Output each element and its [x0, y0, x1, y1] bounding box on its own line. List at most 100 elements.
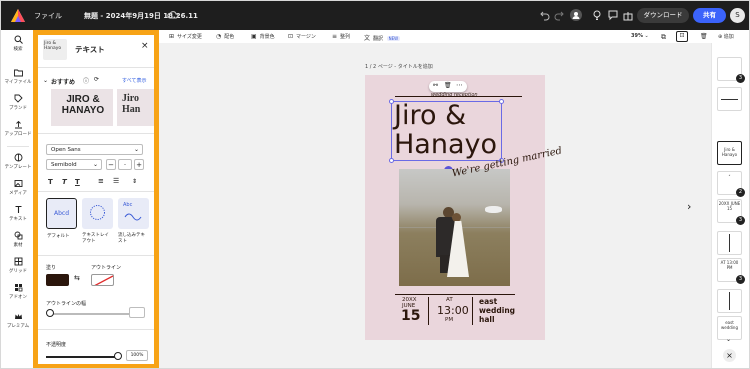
selected-text-thumbnail[interactable]: Jiro & Hanayo	[43, 39, 67, 60]
gift-icon[interactable]	[622, 9, 634, 21]
text-style-underline-button[interactable]: T	[75, 178, 80, 186]
color-scheme-button[interactable]: ◔ 配色	[216, 33, 234, 40]
download-button[interactable]: ダウンロード	[637, 8, 689, 23]
margin-button[interactable]: ⊡ マージン	[288, 33, 316, 40]
font-weight-select[interactable]: Semibold ⌄	[46, 159, 102, 170]
rail-upload[interactable]: アップロード	[1, 120, 35, 137]
thumbnail-badge: 3	[736, 275, 745, 284]
rail-addons[interactable]: アドオン	[1, 283, 35, 300]
see-all-link[interactable]: すべて表示	[122, 77, 146, 84]
time-text[interactable]: 13:00	[437, 304, 469, 317]
arrange-button[interactable]: ≡ 整列	[332, 33, 350, 40]
scroll-down-chevron-icon[interactable]: ⌄	[726, 336, 731, 343]
day-text[interactable]: 15	[401, 308, 420, 324]
script-preview-icon: 𝓈	[728, 172, 731, 177]
outline-width-label: アウトラインの幅	[46, 301, 87, 307]
close-icon[interactable]: ×	[141, 41, 149, 51]
avatar[interactable]: S	[730, 8, 745, 23]
rail-label: テンプレート	[4, 165, 32, 170]
comment-icon[interactable]	[607, 9, 619, 21]
redo-icon[interactable]	[553, 9, 565, 21]
thumbnail-item[interactable]	[717, 87, 742, 111]
search-icon	[14, 35, 23, 44]
trash-icon[interactable]: 🗑	[700, 33, 708, 40]
zoom-select[interactable]: 39% ⌄	[631, 33, 649, 39]
outline-width-slider-thumb[interactable]	[46, 309, 54, 317]
resize-handle[interactable]	[389, 158, 394, 163]
thumbnail-item[interactable]: 𝓈2	[717, 171, 745, 197]
style-text-layout-card[interactable]	[82, 198, 113, 229]
design-page[interactable]: ⚯ 🗑 ⋯ wedding reception Jiro & Hanayo We	[365, 75, 563, 340]
thumbnail-item[interactable]: 20XX JUNE 15 3	[717, 199, 745, 225]
text-preset-card[interactable]: Jiro Han	[117, 89, 154, 126]
thumbnail-item[interactable]	[717, 289, 742, 313]
list-icon[interactable]: ☰	[113, 177, 119, 185]
thumbnail-item[interactable]: Jiro & Hanayo	[717, 141, 742, 165]
page-label[interactable]: 1 / 2 ページ - タイトルを追加	[365, 63, 433, 70]
translate-button[interactable]: 文翻訳 NEW	[364, 33, 401, 42]
fill-color-swatch[interactable]	[46, 274, 69, 286]
text-style-italic-button[interactable]: T	[62, 178, 67, 186]
refresh-icon[interactable]: ⟳	[94, 76, 99, 83]
collaborators-icon[interactable]	[570, 9, 582, 21]
collapse-chevron-icon[interactable]: ⌄	[43, 77, 48, 84]
font-size-increase-button[interactable]: +	[134, 159, 144, 170]
add-page-button[interactable]: ⊕ 追加	[718, 33, 734, 40]
style-flow-text-card[interactable]: Abc	[118, 198, 149, 229]
background-color-button[interactable]: ▣ 背景色	[251, 33, 275, 40]
file-menu[interactable]: ファイル	[34, 11, 62, 21]
share-button[interactable]: 共有	[693, 8, 726, 23]
layers-icon: ≡	[332, 33, 338, 40]
rail-search[interactable]: 検索	[1, 35, 35, 52]
thumbnail-item[interactable]: AT 13:00 PM 3	[717, 258, 745, 284]
next-page-chevron-icon[interactable]: ›	[687, 200, 691, 213]
thumbnail-item[interactable]	[717, 231, 742, 255]
more-options-icon[interactable]: ⋯	[456, 81, 463, 89]
font-size-decrease-button[interactable]: −	[106, 159, 116, 170]
grid-view-icon[interactable]: ⊡	[676, 31, 688, 42]
media-icon	[14, 180, 22, 187]
outline-color-swatch[interactable]	[91, 274, 114, 286]
resize-button[interactable]: ⊞ サイズ変更	[169, 33, 202, 40]
rail-media[interactable]: メディア	[1, 179, 35, 196]
rail-my-files[interactable]: マイファイル	[1, 68, 35, 85]
spacing-icon[interactable]: ⇕	[132, 178, 137, 185]
app-logo-icon[interactable]	[10, 8, 26, 23]
text-style-uppercase-button[interactable]: T	[48, 178, 53, 186]
lightbulb-icon[interactable]	[591, 9, 603, 21]
align-center-icon[interactable]: ≡	[98, 177, 104, 185]
outline-width-input[interactable]	[129, 307, 145, 318]
opacity-input[interactable]: 100%	[126, 350, 148, 361]
rail-text[interactable]: テキスト	[1, 205, 35, 222]
swap-colors-icon[interactable]: ⇆	[74, 274, 80, 282]
opacity-slider-thumb[interactable]	[114, 352, 122, 360]
resize-handle[interactable]	[499, 99, 504, 104]
undo-icon[interactable]	[539, 9, 551, 21]
rail-brand[interactable]: ブランド	[1, 94, 35, 111]
subtitle-text[interactable]: wedding reception	[431, 92, 478, 98]
close-thumbnails-button[interactable]: ×	[723, 349, 736, 362]
rail-grid[interactable]: グリッド	[1, 257, 35, 274]
title-selection-box[interactable]: Jiro & Hanayo	[389, 99, 504, 163]
rail-templates[interactable]: テンプレート	[1, 153, 35, 170]
thumbnail-line	[729, 292, 730, 310]
outline-label: アウトライン	[91, 265, 122, 271]
font-family-select[interactable]: Open Sans ⌄	[46, 144, 143, 155]
style-default-card[interactable]: Abcd	[46, 198, 77, 229]
rail-elements[interactable]: 素材	[1, 231, 35, 248]
resize-handle[interactable]	[389, 99, 394, 104]
copy-page-icon[interactable]: ⧉	[661, 33, 666, 42]
link-icon[interactable]: ⚯	[433, 82, 438, 89]
info-icon[interactable]: ⓘ	[83, 76, 89, 85]
text-preset-card[interactable]: JIRO & HANAYO	[51, 89, 113, 126]
pm-text[interactable]: PM	[445, 317, 453, 323]
document-title[interactable]: 無題 - 2024年9月19日 18.26.11	[84, 11, 198, 21]
wedding-photo[interactable]	[399, 169, 510, 286]
thumbnail-item[interactable]: 3	[717, 57, 745, 83]
at-text[interactable]: AT	[446, 297, 453, 303]
font-size-input[interactable]: -	[118, 159, 132, 170]
venue-text[interactable]: east wedding hall	[479, 297, 515, 324]
delete-icon[interactable]: 🗑	[444, 82, 452, 89]
brand-icon	[14, 94, 23, 103]
rail-premium[interactable]: プレミアム	[1, 312, 35, 329]
